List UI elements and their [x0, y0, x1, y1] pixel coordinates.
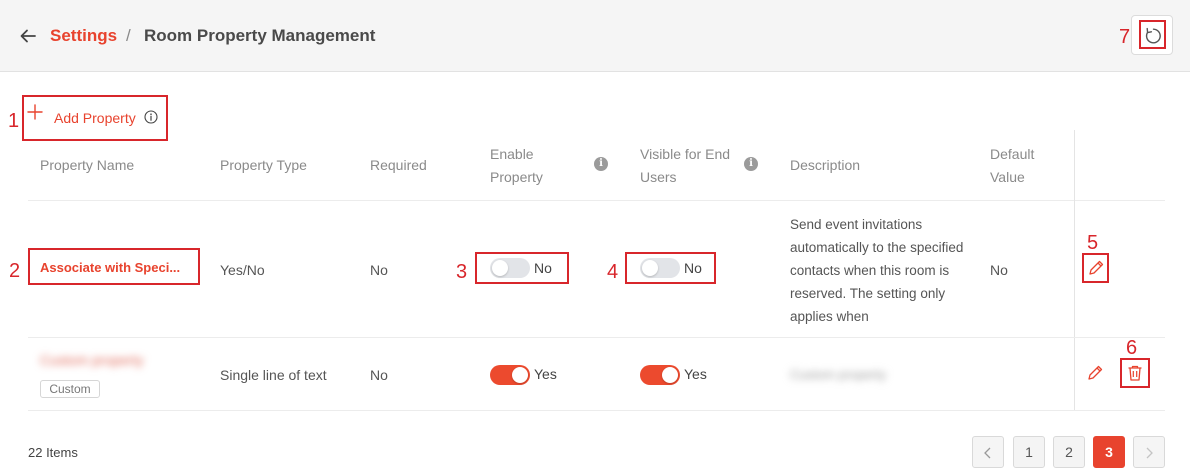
row-1-description: Send event invitations automatically to …	[790, 217, 964, 324]
pagination-next-button[interactable]	[1133, 436, 1165, 468]
plus-icon	[27, 104, 43, 120]
page-title: Room Property Management	[144, 26, 376, 45]
annotation-marker-2: 2	[9, 260, 21, 282]
column-header-default-line-2: Value	[990, 169, 1025, 185]
row-1-enable-value: No	[534, 260, 552, 276]
info-icon[interactable]	[144, 110, 158, 124]
column-header-enable-property: Enable Property	[490, 143, 543, 189]
add-property-label: Add Property	[54, 110, 136, 126]
breadcrumb-separator: /	[126, 26, 131, 45]
annotation-marker-5: 5	[1087, 232, 1099, 254]
row-2-visible-value: Yes	[684, 366, 707, 382]
breadcrumb-settings-link[interactable]: Settings	[50, 26, 117, 46]
row-2-description: Custom property	[790, 367, 887, 382]
row-1-required: No	[370, 262, 388, 278]
row-1-property-name: Associate with Speci...	[40, 260, 181, 275]
pagination-prev-button[interactable]	[972, 436, 1004, 468]
annotation-marker-4: 4	[607, 261, 619, 283]
row-2-edit-icon[interactable]	[1086, 364, 1104, 382]
toggle-knob	[492, 260, 508, 276]
header-divider	[28, 200, 1165, 201]
pagination-page-2[interactable]: 2	[1053, 436, 1085, 468]
column-header-visible-for-end-users: Visible for End Users	[640, 143, 730, 189]
custom-tag: Custom	[40, 380, 100, 398]
refresh-button[interactable]	[1131, 15, 1173, 55]
column-header-property-type: Property Type	[220, 157, 307, 173]
row-1-enable-toggle[interactable]	[490, 258, 530, 278]
row-1-property-type: Yes/No	[220, 262, 265, 278]
row-2-delete-icon[interactable]	[1126, 364, 1144, 382]
column-header-description: Description	[790, 157, 861, 173]
row-divider	[28, 410, 1165, 411]
annotation-marker-1: 1	[8, 110, 20, 132]
row-2-enable-toggle[interactable]	[490, 365, 530, 385]
column-header-enable-line-1: Enable	[490, 146, 534, 162]
toggle-knob	[662, 367, 678, 383]
column-header-property-name: Property Name	[40, 157, 135, 173]
chevron-left-icon	[984, 447, 991, 459]
row-2-required: No	[370, 367, 388, 383]
visible-for-end-users-info-icon[interactable]: i	[744, 157, 758, 171]
chevron-right-icon	[1146, 447, 1153, 459]
annotation-marker-7: 7	[1119, 26, 1131, 48]
pagination-page-3[interactable]: 3	[1093, 436, 1125, 468]
row-2-enable-value: Yes	[534, 366, 557, 382]
row-2-property-name[interactable]: Custom property	[40, 352, 143, 368]
row-1-visible-value: No	[684, 260, 702, 276]
column-header-required: Required	[370, 157, 427, 173]
add-property-button[interactable]: Add Property	[22, 95, 168, 141]
column-header-visible-line-1: Visible for End	[640, 146, 731, 162]
column-header-enable-line-2: Property	[490, 169, 543, 185]
column-header-default-line-1: Default	[990, 146, 1035, 162]
pagination-page-1[interactable]: 1	[1013, 436, 1045, 468]
toggle-knob	[512, 367, 528, 383]
row-2-visible-toggle[interactable]	[640, 365, 680, 385]
row-1-default-value: No	[990, 262, 1008, 278]
items-count: 22 Items	[28, 445, 78, 460]
top-bar: Settings / Room Property Management	[0, 0, 1190, 72]
row-2-property-type: Single line of text	[220, 367, 327, 383]
row-1-visible-toggle[interactable]	[640, 258, 680, 278]
row-1-edit-icon[interactable]	[1087, 259, 1105, 277]
row-1-property-name-link[interactable]: Associate with Speci...	[28, 248, 200, 285]
actions-column-divider	[1074, 130, 1075, 410]
enable-property-info-icon[interactable]: i	[594, 157, 608, 171]
column-header-visible-line-2: Users	[640, 169, 677, 185]
refresh-icon	[1145, 27, 1161, 44]
back-arrow-icon[interactable]	[18, 26, 38, 46]
annotation-marker-6: 6	[1126, 337, 1138, 359]
row-divider	[28, 337, 1165, 338]
column-header-default-value: Default Value	[990, 143, 1034, 189]
toggle-knob	[642, 260, 658, 276]
annotation-marker-3: 3	[456, 261, 468, 283]
